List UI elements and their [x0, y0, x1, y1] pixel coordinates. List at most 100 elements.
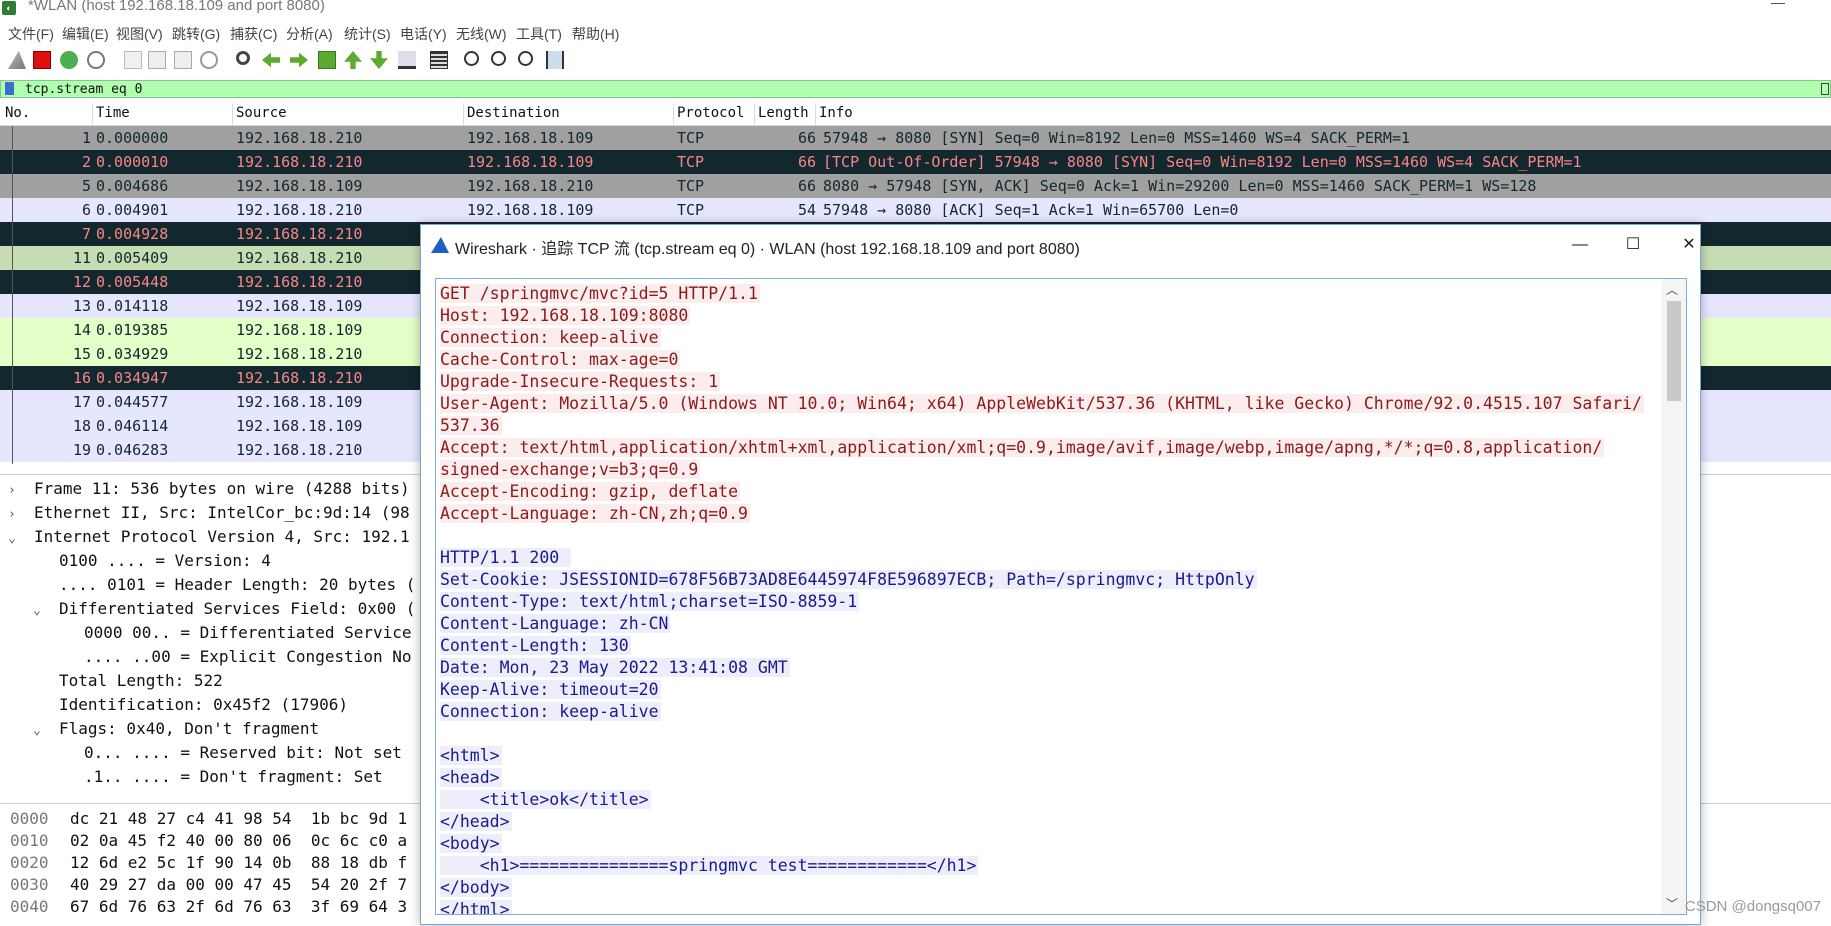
detail-tree-item[interactable]: › Ethernet II, Src: IntelCor_bc:9d:14 (98	[8, 501, 410, 525]
menu-item[interactable]: 分析(A)	[286, 24, 333, 44]
detail-tree-item[interactable]: › Frame 11: 536 bytes on wire (4288 bits)	[8, 477, 410, 501]
zoom-normal-icon[interactable]	[518, 51, 533, 66]
collapse-arrow-icon[interactable]: ⌄	[8, 527, 22, 551]
detail-tree-item[interactable]: ⌄ Internet Protocol Version 4, Src: 192.1	[8, 525, 410, 549]
reload-icon[interactable]	[200, 51, 218, 69]
autoscroll-icon[interactable]	[398, 51, 416, 69]
dialog-close-button[interactable]: ✕	[1669, 231, 1709, 259]
menu-bar: 文件(F) 编辑(E) 视图(V) 跳转(G) 捕获(C) 分析(A) 统计(S) 电话(Y)…	[0, 22, 1831, 44]
minimize-window-button[interactable]: —	[1768, 0, 1788, 10]
server-response-line: Connection: keep-alive	[440, 701, 1662, 723]
stream-content-area[interactable]: GET /springmvc/mvc?id=5 HTTP/1.1 Host: 19…	[435, 278, 1687, 915]
stream-text[interactable]: GET /springmvc/mvc?id=5 HTTP/1.1 Host: 19…	[436, 279, 1662, 914]
detail-text: Ethernet II, Src: IntelCor_bc:9d:14 (98	[34, 503, 410, 522]
detail-tree-item[interactable]: ⌄ Flags: 0x40, Don't fragment	[33, 717, 319, 741]
packet-source: 192.168.18.210	[236, 225, 363, 243]
detail-tree-item[interactable]: 0... .... = Reserved bit: Not set	[58, 741, 402, 765]
scroll-down-arrow-icon[interactable]: ﹀	[1666, 895, 1678, 912]
stop-capture-icon[interactable]	[33, 51, 51, 69]
expand-arrow-icon[interactable]: ›	[8, 503, 22, 527]
menu-item[interactable]: 工具(T)	[516, 24, 562, 44]
packet-row[interactable]: 2 0.000010 192.168.18.210 192.168.18.109 TCP…	[0, 150, 1831, 174]
bytes-row[interactable]: 0020 12 6d e2 5c 1f 90 14 0b 88 18 db f	[0, 852, 420, 874]
detail-tree-item[interactable]: .... ..00 = Explicit Congestion No	[58, 645, 412, 669]
detail-text: Internet Protocol Version 4, Src: 192.1	[34, 527, 410, 546]
detail-tree-item[interactable]: .... 0101 = Header Length: 20 bytes (	[33, 573, 415, 597]
detail-tree-item[interactable]: Total Length: 522	[33, 669, 223, 693]
bytes-row[interactable]: 0000 dc 21 48 27 c4 41 98 54 1b bc 9d 1	[0, 808, 420, 830]
find-packet-icon[interactable]	[236, 51, 250, 65]
save-file-icon[interactable]	[148, 51, 166, 69]
colorize-icon[interactable]	[430, 51, 448, 69]
menu-item[interactable]: 统计(S)	[344, 24, 391, 44]
scrollbar-thumb[interactable]	[1667, 301, 1681, 401]
go-back-icon[interactable]	[262, 52, 280, 68]
shark-fin-start-icon[interactable]	[8, 51, 26, 69]
menu-item[interactable]: 捕获(C)	[230, 24, 277, 44]
go-first-icon[interactable]	[344, 51, 362, 69]
menu-item[interactable]: 电话(Y)	[400, 24, 447, 44]
detail-tree-item[interactable]: 0000 00.. = Differentiated Service	[58, 621, 412, 645]
detail-text: Differentiated Services Field: 0x00 (	[59, 599, 416, 618]
packet-time: 0.004928	[96, 225, 169, 243]
packet-row[interactable]: 1 0.000000 192.168.18.210 192.168.18.109 TCP…	[0, 126, 1831, 150]
column-header-destination[interactable]: Destination	[467, 105, 560, 121]
column-header-time[interactable]: Time	[96, 105, 130, 121]
column-header-no[interactable]: No.	[5, 105, 30, 121]
packet-source: 192.168.18.109	[236, 393, 363, 411]
detail-tree-item[interactable]: ⌄ Differentiated Services Field: 0x00 (	[33, 597, 415, 621]
packet-list-header: No. Time Source Destination Protocol Length In…	[0, 103, 1831, 126]
bytes-row[interactable]: 0030 40 29 27 da 00 00 47 45 54 20 2f 7	[0, 874, 420, 896]
resize-columns-icon[interactable]	[546, 51, 564, 69]
packet-row[interactable]: 6 0.004901 192.168.18.210 192.168.18.109 TCP…	[0, 198, 1831, 222]
packet-row[interactable]: 5 0.004686 192.168.18.109 192.168.18.210 TCP…	[0, 174, 1831, 198]
menu-item[interactable]: 编辑(E)	[62, 24, 109, 44]
bytes-row[interactable]: 0040 67 6d 76 63 2f 6d 76 63 3f 69 64 3	[0, 896, 420, 918]
close-file-icon[interactable]	[174, 51, 192, 69]
packet-number: 7	[81, 225, 91, 243]
go-last-icon[interactable]	[370, 51, 388, 69]
capture-options-icon[interactable]	[87, 51, 105, 69]
open-file-icon[interactable]	[124, 51, 142, 69]
zoom-out-icon[interactable]	[491, 51, 506, 66]
packet-number: 17	[72, 393, 91, 411]
menu-item[interactable]: 文件(F)	[8, 24, 54, 44]
menu-item[interactable]: 无线(W)	[456, 24, 507, 44]
bytes-row[interactable]: 0010 02 0a 45 f2 40 00 80 06 0c 6c c0 a	[0, 830, 420, 852]
scroll-up-arrow-icon[interactable]: ︿	[1666, 281, 1678, 298]
server-response-line: Set-Cookie: JSESSIONID=678F56B73AD8E6445…	[440, 569, 1662, 591]
server-response-line: <head>	[440, 767, 1662, 789]
detail-tree-item[interactable]: Identification: 0x45f2 (17906)	[33, 693, 348, 717]
filter-bookmark-icon[interactable]	[5, 82, 14, 95]
column-header-source[interactable]: Source	[236, 105, 287, 121]
column-header-length[interactable]: Length	[758, 105, 809, 121]
menu-item[interactable]: 帮助(H)	[572, 24, 619, 44]
detail-tree-item[interactable]: .1.. .... = Don't fragment: Set	[58, 765, 383, 789]
dialog-titlebar[interactable]: Wireshark · 追踪 TCP 流 (tcp.stream eq 0) ·…	[421, 225, 1700, 265]
menu-item[interactable]: 视图(V)	[116, 24, 163, 44]
filter-apply-icon[interactable]	[1821, 83, 1829, 95]
menu-item[interactable]: 跳转(G)	[172, 24, 220, 44]
go-forward-icon[interactable]	[290, 52, 308, 68]
stream-text-segment: Content-Type: text/html;charset=ISO-8859…	[440, 592, 860, 611]
zoom-in-icon[interactable]	[464, 51, 479, 66]
column-header-info[interactable]: Info	[819, 105, 853, 121]
column-header-protocol[interactable]: Protocol	[677, 105, 744, 121]
dialog-minimize-button[interactable]: —	[1560, 231, 1600, 259]
watermark: CSDN @dongsq007	[1684, 898, 1821, 915]
stream-text-segment: Accept-Language: zh-CN,zh;q=0.9	[440, 504, 750, 523]
restart-capture-icon[interactable]	[60, 51, 78, 69]
packet-number: 5	[81, 177, 91, 195]
display-filter-input[interactable]	[25, 81, 1805, 97]
collapse-arrow-icon[interactable]: ⌄	[33, 599, 47, 623]
vertical-scrollbar[interactable]: ︿ ﹀	[1662, 279, 1686, 914]
go-to-packet-icon[interactable]	[318, 51, 336, 69]
packet-number: 12	[72, 273, 91, 291]
window-title: *WLAN (host 192.168.18.109 and port 8080…	[28, 0, 325, 14]
packet-source: 192.168.18.210	[236, 249, 363, 267]
dialog-maximize-button[interactable]: ☐	[1613, 231, 1653, 259]
collapse-arrow-icon[interactable]: ⌄	[33, 719, 47, 743]
detail-tree-item[interactable]: 0100 .... = Version: 4	[33, 549, 271, 573]
expand-arrow-icon[interactable]: ›	[8, 479, 22, 503]
column-separator	[232, 103, 233, 125]
